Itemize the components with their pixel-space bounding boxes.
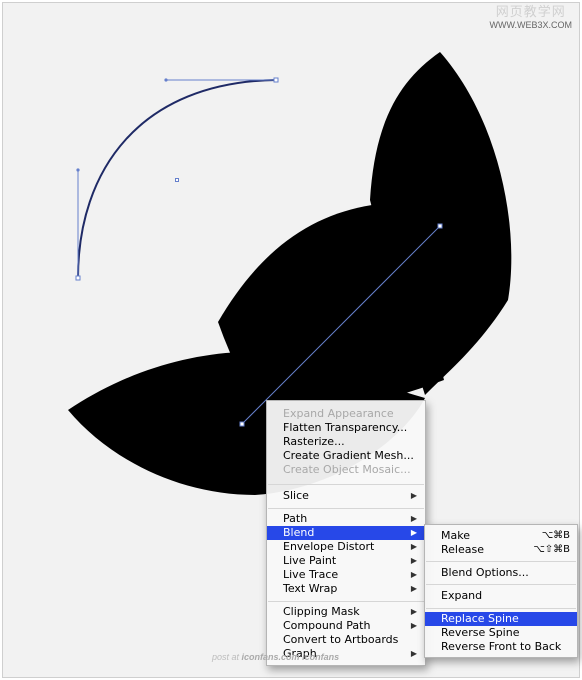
menu-item-label: Flatten Transparency... (283, 421, 408, 434)
handle-point-left[interactable] (76, 168, 80, 172)
watermark-url: WWW.WEB3X.COM (489, 20, 573, 30)
menu-item-convert-to-artboards[interactable]: Convert to Artboards (267, 633, 425, 647)
spine-anchor-end[interactable] (437, 223, 443, 229)
submenu-item-reverse-front-to-back[interactable]: Reverse Front to Back (425, 640, 577, 654)
submenu-item-label: Expand (441, 589, 483, 602)
menu-item-rasterize[interactable]: Rasterize... (267, 435, 425, 449)
menu-item-label: Slice (283, 489, 309, 502)
submenu-arrow-icon: ▶ (410, 607, 417, 616)
menu-item-label: Create Object Mosaic... (283, 463, 411, 476)
footer-prefix: post at (212, 652, 240, 662)
submenu-arrow-icon: ▶ (410, 649, 417, 658)
shortcut-label: ⌥⌘B (541, 530, 570, 541)
menu-item-label: Live Trace (283, 568, 339, 581)
footer-brand-logo: iconfans (302, 652, 340, 662)
menu-item-text-wrap[interactable]: Text Wrap ▶ (267, 582, 425, 596)
footer-credit: post at iconfans.com iconfans (212, 652, 339, 662)
menu-item-slice[interactable]: Slice ▶ (267, 489, 425, 503)
spine-anchor-start[interactable] (239, 421, 245, 427)
menu-item-live-trace[interactable]: Live Trace ▶ (267, 568, 425, 582)
menu-item-label: Expand Appearance (283, 407, 394, 420)
blend-submenu: Make ⌥⌘B Release ⌥⇧⌘B Blend Options... Exp… (424, 524, 578, 658)
menu-separator (268, 484, 424, 485)
submenu-item-release[interactable]: Release ⌥⇧⌘B (425, 543, 577, 557)
menu-item-label: Rasterize... (283, 435, 345, 448)
submenu-item-replace-spine[interactable]: Replace Spine (425, 612, 577, 626)
menu-item-label: Convert to Artboards (283, 633, 399, 646)
menu-separator (426, 608, 576, 609)
watermark: 网页教学网 WWW.WEB3X.COM (490, 6, 573, 30)
menu-separator (426, 561, 576, 562)
menu-item-label: Blend (283, 526, 315, 539)
submenu-arrow-icon: ▶ (410, 514, 417, 523)
menu-item-label: Text Wrap (283, 582, 338, 595)
submenu-arrow-icon: ▶ (410, 491, 417, 500)
submenu-item-make[interactable]: Make ⌥⌘B (425, 529, 577, 543)
menu-item-path[interactable]: Path ▶ (267, 512, 425, 526)
menu-item-live-paint[interactable]: Live Paint ▶ (267, 554, 425, 568)
menu-item-label: Live Paint (283, 554, 337, 567)
menu-item-flatten-transparency[interactable]: Flatten Transparency... (267, 421, 425, 435)
menu-separator (268, 508, 424, 509)
submenu-item-blend-options[interactable]: Blend Options... (425, 566, 577, 580)
submenu-item-label: Replace Spine (441, 612, 519, 625)
menu-item-expand-appearance: Expand Appearance (267, 407, 425, 421)
anchor-point-bottom[interactable] (75, 275, 81, 281)
submenu-item-label: Reverse Front to Back (441, 640, 562, 653)
submenu-item-label: Blend Options... (441, 566, 529, 579)
shortcut-label: ⌥⇧⌘B (533, 544, 570, 555)
menu-item-label: Path (283, 512, 308, 525)
submenu-arrow-icon: ▶ (410, 621, 417, 630)
menu-item-clipping-mask[interactable]: Clipping Mask ▶ (267, 605, 425, 619)
illustrator-canvas: 网页教学网 WWW.WEB3X.COM Expand Appearance Fl… (0, 0, 582, 680)
menu-separator (426, 584, 576, 585)
submenu-arrow-icon: ▶ (410, 528, 417, 537)
menu-item-label: Clipping Mask (283, 605, 360, 618)
menu-item-blend[interactable]: Blend ▶ (267, 526, 425, 540)
submenu-item-reverse-spine[interactable]: Reverse Spine (425, 626, 577, 640)
menu-item-create-gradient-mesh[interactable]: Create Gradient Mesh... (267, 449, 425, 463)
submenu-item-label: Release (441, 543, 484, 556)
context-menu: Expand Appearance Flatten Transparency..… (266, 400, 426, 666)
menu-item-compound-path[interactable]: Compound Path ▶ (267, 619, 425, 633)
submenu-arrow-icon: ▶ (410, 570, 417, 579)
submenu-item-label: Make (441, 529, 470, 542)
submenu-arrow-icon: ▶ (410, 584, 417, 593)
menu-item-label: Compound Path (283, 619, 371, 632)
menu-item-create-object-mosaic: Create Object Mosaic... (267, 463, 425, 477)
watermark-title: 网页教学网 (495, 5, 566, 20)
center-point[interactable] (175, 178, 179, 182)
menu-item-envelope-distort[interactable]: Envelope Distort ▶ (267, 540, 425, 554)
submenu-arrow-icon: ▶ (410, 542, 417, 551)
submenu-item-label: Reverse Spine (441, 626, 520, 639)
footer-site: iconfans.com (241, 652, 300, 662)
handle-point-top[interactable] (164, 78, 168, 82)
submenu-arrow-icon: ▶ (410, 556, 417, 565)
menu-item-label: Create Gradient Mesh... (283, 449, 414, 462)
anchor-point-top[interactable] (273, 77, 279, 83)
submenu-item-expand[interactable]: Expand (425, 589, 577, 603)
menu-separator (268, 601, 424, 602)
menu-item-label: Envelope Distort (283, 540, 375, 553)
